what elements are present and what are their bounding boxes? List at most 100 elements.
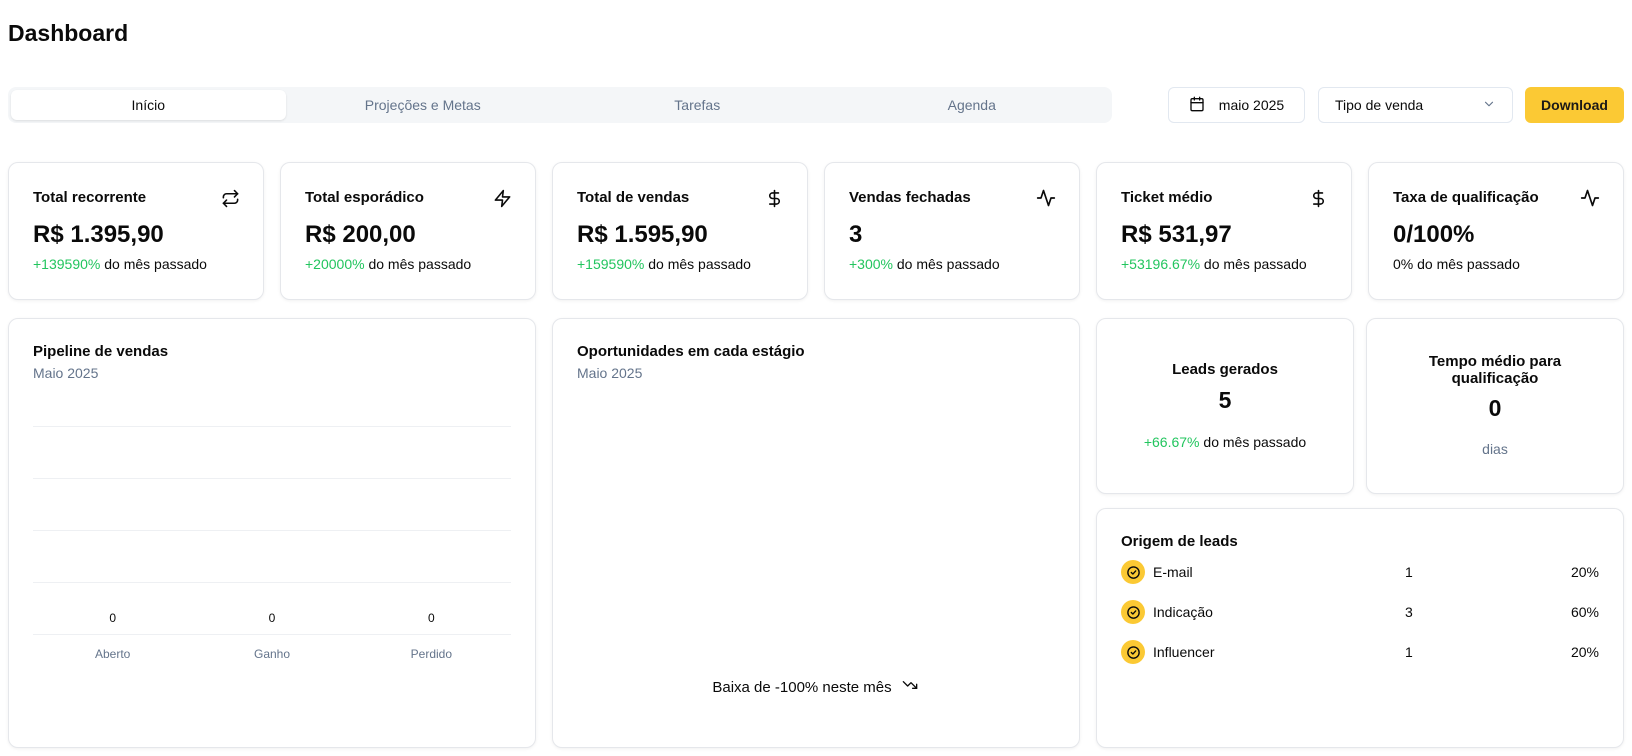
sale-type-value: Tipo de venda — [1335, 97, 1424, 113]
trend-summary: Baixa de -100% neste mês — [553, 677, 1079, 697]
tab-projecoes-metas[interactable]: Projeções e Metas — [286, 90, 561, 120]
repeat-icon — [219, 187, 241, 209]
qualification-time-value: 0 — [1488, 395, 1502, 421]
stat-change-percent: +139590% — [33, 256, 101, 272]
tab-agenda[interactable]: Agenda — [835, 90, 1110, 120]
list-item: E-mail 1 20% — [1121, 559, 1599, 585]
lead-origin-name: Indicação — [1153, 604, 1213, 620]
stat-change-suffix: 0% do mês passado — [1393, 256, 1520, 272]
stat-change: +139590% do mês passado — [33, 256, 207, 272]
tab-tarefas[interactable]: Tarefas — [560, 90, 835, 120]
stat-value: R$ 1.595,90 — [577, 221, 708, 248]
stat-title: Total recorrente — [33, 189, 147, 206]
stat-card-total-vendas: Total de vendas R$ 1.595,90 +159590% do … — [552, 162, 808, 300]
chart-gridline — [33, 426, 511, 427]
sale-type-select[interactable]: Tipo de venda — [1318, 87, 1513, 123]
stat-change-suffix: do mês passado — [892, 256, 1000, 272]
pipeline-subtitle: Maio 2025 — [33, 365, 99, 381]
opportunities-card: Oportunidades em cada estágio Maio 2025 … — [552, 318, 1080, 748]
qualification-time-title-line2: qualificação — [1451, 370, 1539, 387]
stat-change: +300% do mês passado — [849, 256, 1000, 272]
opportunities-subtitle: Maio 2025 — [577, 365, 643, 381]
chart-tick-label: Perdido — [410, 647, 453, 661]
qualification-time-unit: dias — [1482, 441, 1508, 457]
stat-change-percent: +20000% — [305, 256, 365, 272]
activity-icon — [1579, 187, 1601, 209]
chart-gridline — [33, 530, 511, 531]
tab-bar: Início Projeções e Metas Tarefas Agenda — [8, 87, 1112, 123]
trend-text: Baixa de -100% neste mês — [712, 678, 892, 696]
date-picker-button[interactable]: maio 2025 — [1168, 87, 1305, 123]
list-item: Influencer 1 20% — [1121, 639, 1599, 665]
chart-data-label: 0 — [109, 611, 116, 625]
dollar-icon — [1307, 187, 1329, 209]
chart-gridline — [33, 582, 511, 583]
stat-change: +53196.67% do mês passado — [1121, 256, 1307, 272]
lead-origin-count: 1 — [1405, 564, 1413, 580]
download-button[interactable]: Download — [1525, 87, 1624, 123]
check-circle-icon — [1121, 560, 1145, 584]
stat-title: Total de vendas — [577, 189, 690, 206]
stat-value: 0/100% — [1393, 221, 1475, 248]
tab-inicio[interactable]: Início — [11, 90, 286, 120]
leads-card: Leads gerados 5 +66.67% do mês passado — [1096, 318, 1354, 494]
qualification-time-title-line1: Tempo médio para — [1428, 353, 1562, 370]
stat-change-suffix: do mês passado — [364, 256, 472, 272]
stat-change-suffix: do mês passado — [100, 256, 207, 272]
stat-title: Ticket médio — [1121, 189, 1213, 206]
check-circle-icon — [1121, 600, 1145, 624]
stat-card-taxa-qualificacao: Taxa de qualificação 0/100% 0% do mês pa… — [1368, 162, 1624, 300]
stat-change-suffix: do mês passado — [1200, 256, 1307, 272]
stat-value: R$ 200,00 — [305, 221, 416, 248]
stat-card-vendas-fechadas: Vendas fechadas 3 +300% do mês passado — [824, 162, 1080, 300]
chart-data-label: 0 — [268, 611, 276, 625]
stat-change: +20000% do mês passado — [305, 256, 471, 272]
lead-origin-title: Origem de leads — [1121, 533, 1238, 550]
activity-icon — [1035, 187, 1057, 209]
page-title: Dashboard — [8, 20, 129, 46]
stat-card-ticket-medio: Ticket médio R$ 531,97 +53196.67% do mês… — [1096, 162, 1352, 300]
stat-value: R$ 1.395,90 — [33, 221, 164, 248]
lead-origin-name: Influencer — [1153, 644, 1215, 660]
stat-change-percent: +159590% — [577, 256, 645, 272]
lead-origin-percent: 60% — [1570, 604, 1599, 620]
dollar-icon — [763, 187, 785, 209]
stat-title: Taxa de qualificação — [1393, 189, 1539, 206]
qualification-time-card: Tempo médio para qualificação 0 dias — [1366, 318, 1624, 494]
opportunities-title: Oportunidades em cada estágio — [577, 343, 805, 360]
stat-change-percent: +300% — [849, 256, 893, 272]
chart-gridline — [33, 478, 511, 479]
chart-tick-label: Aberto — [94, 647, 131, 661]
leads-change-suffix: do mês passado — [1199, 434, 1307, 450]
zap-icon — [491, 187, 513, 209]
lead-origin-card: Origem de leads E-mail 1 20% Indicação 3… — [1096, 508, 1624, 748]
lead-origin-percent: 20% — [1570, 644, 1599, 660]
trending-down-icon — [900, 677, 920, 697]
chart-data-label: 0 — [427, 611, 435, 625]
chart-gridline — [33, 634, 511, 635]
lead-origin-percent: 20% — [1570, 564, 1599, 580]
stat-title: Vendas fechadas — [849, 189, 971, 206]
chevron-down-icon — [1482, 97, 1496, 114]
calendar-icon — [1189, 96, 1205, 115]
pipeline-card: Pipeline de vendas Maio 2025 0 Aberto 0 Gan… — [8, 318, 536, 748]
stat-change: 0% do mês passado — [1393, 256, 1520, 272]
lead-origin-name: E-mail — [1153, 564, 1193, 580]
leads-change-percent: +66.67% — [1143, 434, 1200, 450]
stat-change: +159590% do mês passado — [577, 256, 751, 272]
leads-change: +66.67% do mês passado — [1097, 434, 1353, 450]
stat-change-suffix: do mês passado — [644, 256, 751, 272]
stat-value: R$ 531,97 — [1121, 221, 1232, 248]
lead-origin-count: 1 — [1405, 644, 1413, 660]
stat-title: Total esporádico — [305, 189, 424, 206]
stat-card-total-recorrente: Total recorrente R$ 1.395,90 +139590% do… — [8, 162, 264, 300]
pipeline-title: Pipeline de vendas — [33, 343, 169, 360]
stat-change-percent: +53196.67% — [1121, 256, 1201, 272]
check-circle-icon — [1121, 640, 1145, 664]
chart-tick-label: Ganho — [253, 647, 291, 661]
list-item: Indicação 3 60% — [1121, 599, 1599, 625]
leads-title: Leads gerados — [1172, 361, 1278, 378]
stat-value: 3 — [849, 221, 863, 248]
qualification-time-title: Tempo médio para qualificação — [1367, 353, 1623, 387]
leads-value: 5 — [1218, 387, 1232, 413]
